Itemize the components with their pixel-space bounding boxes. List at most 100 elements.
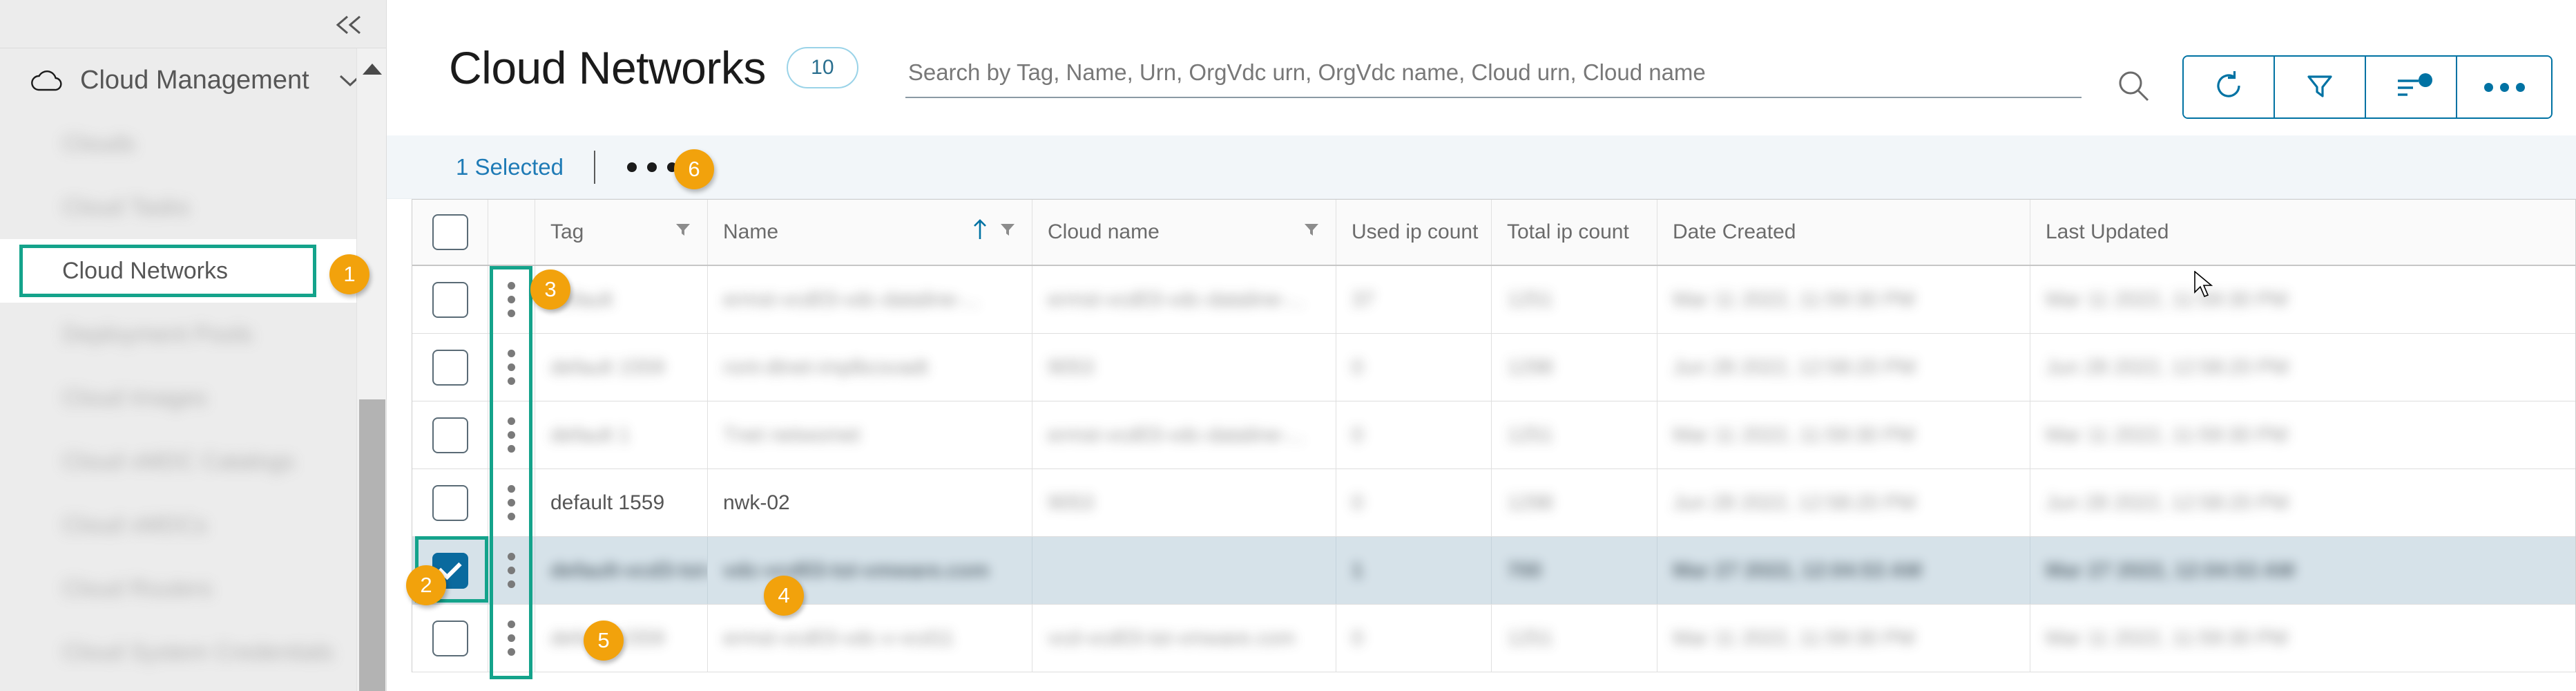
cell-name: Tnet netwomet (708, 401, 1032, 468)
row-checkbox[interactable] (432, 281, 468, 318)
cell-cloud-name: ermst-vcd03-vdc-dataline-... (1032, 401, 1336, 468)
cell-used-ip-count: 0 (1336, 334, 1492, 401)
sidebar-item-clouds[interactable]: Clouds (0, 112, 387, 176)
sidebar-item-cloud-images[interactable]: Cloud Images (0, 366, 387, 430)
cell-last-updated: Mar 11 2022, 11:59:30 PM (2030, 266, 2403, 333)
row-kebab-icon[interactable] (508, 417, 515, 453)
cell-value: Jun 28 2022, 12:58:20 PM (2046, 355, 2289, 379)
cell-name: ermst-vcd03-vdc-v-vcd11 (708, 605, 1032, 672)
refresh-button[interactable] (2184, 57, 2275, 117)
cell-value: vdc-vcd03-tst-vmware.com (723, 558, 990, 582)
cell-value: 1 (1352, 558, 1363, 582)
cell-last-updated: Mar 11 2022, 11:59:30 PM (2030, 605, 2403, 672)
sidebar-item-label: Cloud vMDC Catalogs (62, 448, 295, 475)
sidebar-item-cloud-system-credentials[interactable]: Cloud System Credentials (0, 621, 387, 684)
sort-button[interactable] (2366, 57, 2457, 117)
row-kebab-icon[interactable] (508, 485, 515, 520)
cell-total-ip-count: 1298 (1492, 469, 1657, 536)
column-header-cloud-name[interactable]: Cloud name (1032, 200, 1336, 265)
row-actions-cell (488, 401, 535, 468)
column-header-tag[interactable]: Tag (535, 200, 708, 265)
row-actions-cell (488, 537, 535, 604)
sidebar-item-label: Cloud Images (62, 384, 207, 411)
mouse-cursor-icon (2194, 270, 2215, 305)
sidebar-item-cloud-routers[interactable]: Cloud Routers (0, 557, 387, 621)
cell-used-ip-count: 1 (1336, 537, 1492, 604)
chevrons-left-icon[interactable] (331, 7, 367, 43)
row-checkbox[interactable] (432, 417, 468, 453)
ellipsis-icon (2483, 82, 2525, 92)
scrollbar-thumb[interactable] (359, 399, 385, 691)
row-kebab-icon[interactable] (508, 282, 515, 317)
row-actions-cell (488, 605, 535, 672)
sidebar-scrollbar[interactable] (356, 48, 387, 691)
cell-name: ront-dtnet-implbcsvadt (708, 334, 1032, 401)
select-all-cell (412, 200, 488, 265)
sidebar-item-cloud-tasks[interactable]: Cloud Tasks (0, 176, 387, 239)
sidebar-item-cloud-vmdcs[interactable]: Cloud vMDCs (0, 493, 387, 557)
cloud-networks-table: Tag Name Cloud name Used ip count Total … (412, 199, 2576, 679)
table-row-selected[interactable]: default-vcd3-tst-routed-net... vdc-vcd03… (412, 537, 2575, 605)
cell-value: default 1559 (550, 355, 665, 379)
row-kebab-icon[interactable] (508, 553, 515, 588)
sidebar-item-label: Cloud Tasks (62, 193, 190, 220)
cell-value: vcd-vcd03-tst-vmware.com (1048, 626, 1296, 650)
row-checkbox[interactable] (432, 484, 468, 521)
search-input[interactable] (905, 59, 2082, 98)
sidebar-item-cloud-vmdc-catalogs[interactable]: Cloud vMDC Catalogs (0, 430, 387, 493)
scroll-up-arrow-icon[interactable] (362, 64, 382, 75)
overflow-button[interactable] (2457, 57, 2551, 117)
funnel-icon (2304, 70, 2336, 105)
cell-date-created: Mar 11 2022, 11:59:30 PM (1657, 605, 2030, 672)
row-kebab-icon[interactable] (508, 350, 515, 385)
column-label: Date Created (1673, 220, 1796, 243)
column-label: Used ip count (1352, 220, 1479, 243)
cell-value: Tnet netwomet (723, 423, 861, 446)
step-badge-4: 4 (764, 576, 804, 616)
sidebar-item-deployment-pools[interactable]: Deployment Pools (0, 303, 387, 366)
filter-icon[interactable] (674, 220, 692, 244)
sidebar-item-cloud-networks[interactable]: Cloud Networks (0, 239, 387, 303)
column-header-date-created[interactable]: Date Created (1657, 200, 2030, 265)
selection-overflow-button[interactable] (626, 162, 677, 172)
row-select-cell (412, 605, 488, 672)
cell-value: 1298 (1507, 491, 1553, 514)
table-row[interactable]: default 1 Tnet netwomet ermst-vcd03-vdc-… (412, 401, 2575, 469)
sidebar-section-cloud-management[interactable]: Cloud Management (0, 48, 387, 112)
sidebar: Cloud Management Clouds Cloud Tasks Clou… (0, 0, 387, 691)
cell-value: Mar 11 2022, 11:59:30 PM (1673, 626, 1915, 650)
table-row[interactable]: default ermst-vcd03-vdc-dataline-... erm… (412, 266, 2575, 334)
column-label: Total ip count (1507, 220, 1629, 243)
sort-ascending-icon[interactable] (971, 218, 989, 247)
column-header-total-ip-count[interactable]: Total ip count (1492, 200, 1657, 265)
filter-icon[interactable] (999, 220, 1017, 244)
filter-icon[interactable] (1303, 220, 1320, 244)
refresh-icon (2213, 70, 2245, 105)
cell-date-created: Mar 27 2022, 12:04:53 AM (1657, 537, 2030, 604)
step-badge-2: 2 (406, 565, 446, 605)
cell-used-ip-count: 0 (1336, 605, 1492, 672)
cell-cloud-name: vcd-vcd03-tst-vmware.com (1032, 605, 1336, 672)
sidebar-item-label: Deployment Pools (62, 321, 253, 348)
cell-value: default-vcd3-tst-routed-net... (550, 558, 707, 582)
cell-value: Mar 11 2022, 11:59:30 PM (2046, 626, 2288, 650)
table-row[interactable]: default 1559 ermst-vcd03-vdc-v-vcd11 vcd… (412, 605, 2575, 672)
row-kebab-icon[interactable] (508, 621, 515, 656)
search-icon[interactable] (2102, 55, 2164, 117)
column-header-name[interactable]: Name (708, 200, 1032, 265)
row-checkbox[interactable] (432, 620, 468, 656)
table-row[interactable]: default 1559 ront-dtnet-implbcsvadt 9053… (412, 334, 2575, 401)
cell-last-updated: Jun 28 2022, 12:58:20 PM (2030, 334, 2403, 401)
table-scroll-area: Tag Name Cloud name Used ip count Total … (387, 199, 2576, 691)
column-header-used-ip-count[interactable]: Used ip count (1336, 200, 1492, 265)
cell-last-updated: Mar 11 2022, 11:59:30 PM (2030, 401, 2403, 468)
cell-date-created: Jun 28 2022, 12:58:20 PM (1657, 469, 2030, 536)
column-header-last-updated[interactable]: Last Updated (2030, 200, 2403, 265)
select-all-checkbox[interactable] (432, 214, 468, 250)
sidebar-header (0, 0, 387, 48)
sidebar-body: Cloud Management Clouds Cloud Tasks Clou… (0, 48, 387, 691)
row-checkbox[interactable] (432, 349, 468, 386)
table-row[interactable]: default 1559 nwk-02 9053 0 1298 Jun 28 2… (412, 469, 2575, 537)
filter-button[interactable] (2275, 57, 2366, 117)
cell-date-created: Jun 28 2022, 12:58:20 PM (1657, 334, 2030, 401)
